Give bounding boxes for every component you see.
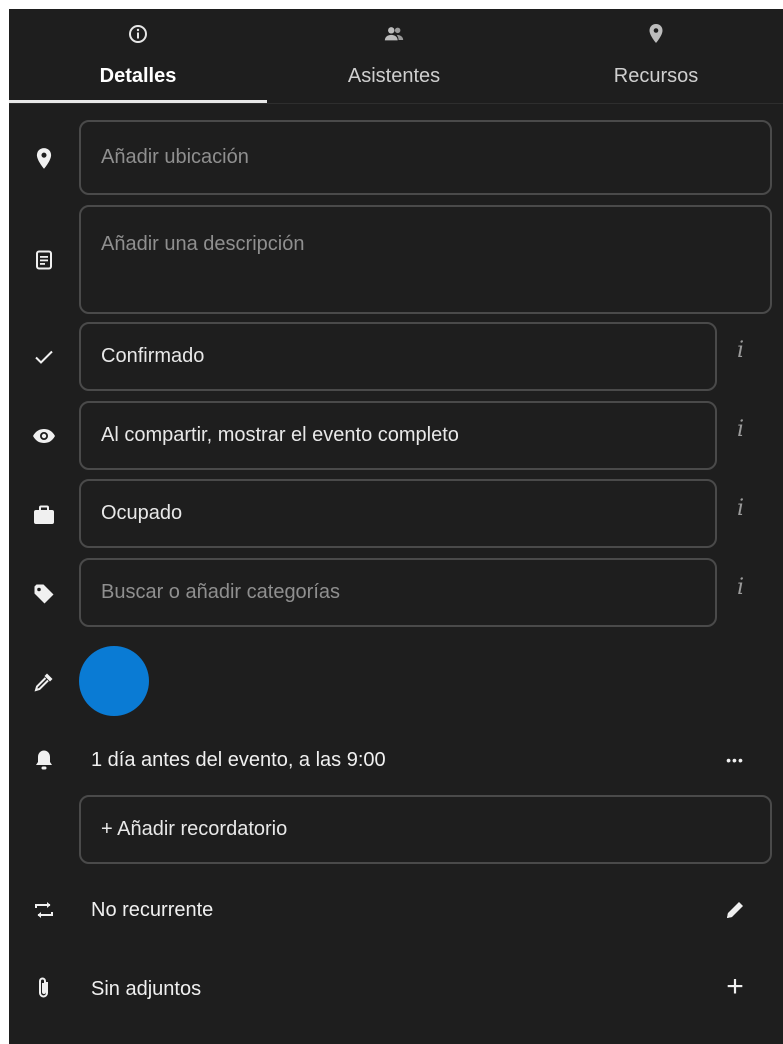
eyedropper-icon <box>31 669 57 695</box>
note-icon <box>31 247 57 273</box>
categories-input[interactable]: Buscar o añadir categorías <box>79 558 717 627</box>
people-icon <box>383 23 405 45</box>
availability-value: Ocupado <box>101 502 183 524</box>
paperclip-icon <box>31 975 57 1001</box>
visibility-value: Al compartir, mostrar el evento completo <box>101 424 459 446</box>
availability-info-button[interactable]: i <box>737 496 744 521</box>
status-dropdown[interactable]: Confirmado <box>79 322 717 391</box>
tag-icon <box>31 581 57 607</box>
add-reminder-button[interactable]: + Añadir recordatorio <box>79 795 772 864</box>
tab-label: Asistentes <box>347 65 441 87</box>
bell-icon <box>31 747 57 773</box>
tab-label: Detalles <box>99 65 177 87</box>
categories-placeholder: Buscar o añadir categorías <box>101 581 341 603</box>
event-color-swatch[interactable] <box>79 646 149 716</box>
briefcase-icon <box>31 502 57 528</box>
pencil-icon[interactable] <box>720 895 750 925</box>
attachments-text: Sin adjuntos <box>91 978 202 1000</box>
tab-recursos[interactable]: Recursos <box>601 9 711 103</box>
location-placeholder: Añadir ubicación <box>101 146 249 168</box>
location-input[interactable]: Añadir ubicación <box>79 120 772 195</box>
visibility-info-button[interactable]: i <box>737 417 744 442</box>
tab-bar: Detalles Asistentes Recursos <box>9 9 783 104</box>
reminder-text: 1 día antes del evento, a las 9:00 <box>91 749 386 771</box>
reminder-more-button[interactable]: ••• <box>720 745 750 775</box>
location-pin-icon <box>31 146 57 172</box>
info-icon <box>127 23 149 45</box>
description-placeholder: Añadir una descripción <box>101 233 305 255</box>
add-attachment-button[interactable]: + <box>720 970 750 1003</box>
active-tab-indicator <box>9 100 267 103</box>
repeat-icon <box>31 897 57 923</box>
add-reminder-label: + Añadir recordatorio <box>101 818 288 840</box>
tab-asistentes[interactable]: Asistentes <box>334 9 454 103</box>
recurrence-text: No recurrente <box>91 899 214 921</box>
availability-dropdown[interactable]: Ocupado <box>79 479 717 548</box>
event-details-panel: Detalles Asistentes Recursos Añadir ubic… <box>9 9 783 1044</box>
check-icon <box>31 344 57 370</box>
categories-info-button[interactable]: i <box>737 575 744 600</box>
location-pin-icon <box>645 23 667 45</box>
eye-icon <box>31 423 57 449</box>
status-info-button[interactable]: i <box>737 338 744 363</box>
tab-label: Recursos <box>613 65 699 87</box>
tab-detalles[interactable]: Detalles <box>88 9 188 103</box>
description-input[interactable]: Añadir una descripción <box>79 205 772 314</box>
status-value: Confirmado <box>101 345 205 367</box>
visibility-dropdown[interactable]: Al compartir, mostrar el evento completo <box>79 401 717 470</box>
